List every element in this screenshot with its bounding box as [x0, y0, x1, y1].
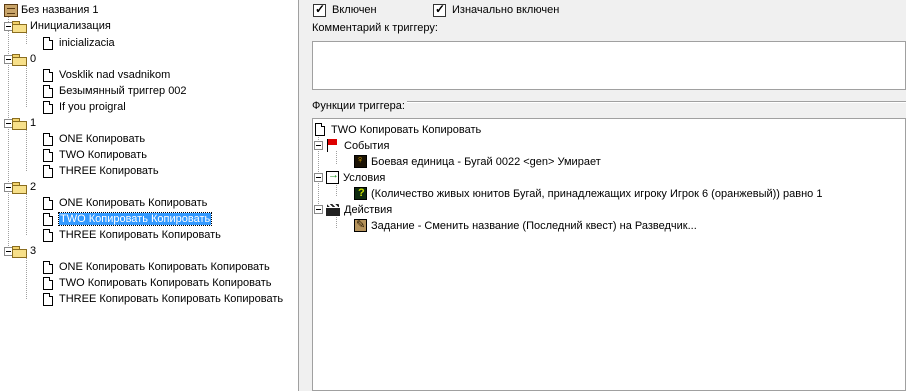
trigger-tree-panel[interactable]: Без названия 1 Инициализация inicializac… [0, 0, 299, 391]
tree-trigger[interactable]: TWO Копировать Копировать Копировать [43, 276, 272, 290]
trigger-icon [43, 260, 53, 274]
tree-root-label: Без названия 1 [21, 4, 99, 16]
folder-icon [12, 117, 27, 130]
tree-trigger-selected[interactable]: TWO Копировать Копировать [43, 212, 213, 226]
trigger-icon [43, 68, 53, 82]
event-item-label: Боевая единица - Бугай 0022 <gen> Умирае… [371, 155, 601, 168]
conditions-label: Условия [343, 171, 386, 184]
map-icon [4, 3, 18, 17]
trigger-label: ONE Копировать Копировать Копировать [59, 261, 270, 273]
folder-icon [12, 245, 27, 258]
category-label: 1 [30, 117, 37, 129]
tree-trigger[interactable]: Безымянный триггер 002 [43, 84, 187, 98]
trigger-icon [315, 123, 325, 136]
collapse-icon[interactable] [314, 205, 323, 214]
tree-category-0[interactable]: 0 [4, 52, 36, 66]
trigger-icon [43, 100, 53, 114]
trigger-label: THREE Копировать Копировать [59, 229, 221, 241]
tree-trigger[interactable]: ONE Копировать [43, 132, 145, 146]
category-label: 0 [30, 53, 37, 65]
tree-trigger[interactable]: THREE Копировать Копировать [43, 228, 221, 242]
tree-trigger[interactable]: THREE Копировать Копировать Копировать [43, 292, 283, 306]
folder-icon [12, 20, 27, 33]
trigger-label: TWO Копировать Копировать [57, 212, 213, 226]
collapse-icon[interactable] [314, 173, 323, 182]
functions-tree-panel[interactable]: TWO Копировать Копировать События Боевая… [312, 118, 906, 391]
trigger-label: THREE Копировать [59, 165, 159, 177]
action-item-label: Задание - Сменить название (Последний кв… [371, 219, 697, 232]
clapperboard-icon [326, 203, 340, 216]
comment-textarea[interactable] [312, 41, 906, 90]
trigger-label: inicializacia [59, 37, 115, 49]
event-item[interactable]: Боевая единица - Бугай 0022 <gen> Умирае… [354, 154, 601, 169]
tree-connector [26, 129, 27, 171]
trigger-label: THREE Копировать Копировать Копировать [59, 293, 284, 305]
category-label: 2 [30, 181, 37, 193]
conditions-node[interactable]: Условия [314, 169, 386, 185]
trigger-icon [43, 164, 53, 178]
trigger-icon [43, 132, 53, 146]
tree-trigger[interactable]: THREE Копировать [43, 164, 159, 178]
unit-icon [354, 154, 367, 168]
condition-icon [326, 169, 339, 184]
trigger-icon [43, 228, 53, 242]
tree-category-1[interactable]: 1 [4, 116, 36, 130]
trigger-label: TWO Копировать [59, 149, 147, 161]
folder-icon [12, 181, 27, 194]
trigger-label: ONE Копировать Копировать [59, 197, 208, 209]
events-label: События [344, 139, 390, 152]
actions-label: Действия [344, 203, 393, 216]
trigger-label: TWO Копировать Копировать Копировать [59, 277, 272, 289]
condition-item[interactable]: (Количество живых юнитов Бугай, принадле… [354, 186, 822, 201]
trigger-icon [43, 276, 53, 290]
tree-root[interactable]: Без названия 1 [4, 3, 99, 17]
comment-label: Комментарий к триггеру: [312, 22, 438, 34]
function-trigger-name[interactable]: TWO Копировать Копировать [315, 122, 481, 137]
function-trigger-label: TWO Копировать Копировать [331, 123, 482, 136]
tree-connector [26, 193, 27, 235]
tree-trigger[interactable]: Vosklik nad vsadnikom [43, 68, 170, 82]
tree-trigger[interactable]: TWO Копировать [43, 148, 147, 162]
condition-item-label: (Количество живых юнитов Бугай, принадле… [371, 187, 823, 200]
tree-trigger[interactable]: ONE Копировать Копировать Копировать [43, 260, 270, 274]
functions-label: Функции триггера: [312, 100, 407, 112]
trigger-icon [43, 196, 53, 210]
tree-category-3[interactable]: 3 [4, 244, 36, 258]
tree-trigger[interactable]: inicializacia [43, 36, 115, 50]
initially-enabled-label: Изначально включен [452, 4, 560, 16]
action-item[interactable]: Задание - Сменить название (Последний кв… [354, 218, 697, 233]
enabled-label: Включен [332, 4, 377, 16]
quest-icon [354, 218, 367, 232]
events-node[interactable]: События [314, 138, 389, 153]
trigger-icon [43, 212, 53, 226]
trigger-label: Vosklik nad vsadnikom [59, 69, 171, 81]
tree-trigger[interactable]: If you proigral [43, 100, 126, 114]
initially-enabled-checkbox[interactable] [433, 2, 446, 17]
question-icon [354, 187, 367, 200]
tree-connector [26, 33, 27, 44]
flag-icon [326, 139, 338, 152]
trigger-icon [43, 292, 53, 306]
initially-enabled-checkbox-row[interactable]: Изначально включен [433, 2, 559, 18]
trigger-label: ONE Копировать [59, 133, 146, 145]
trigger-icon [43, 84, 53, 98]
tree-trigger[interactable]: ONE Копировать Копировать [43, 196, 207, 210]
enabled-checkbox-row[interactable]: Включен [313, 2, 377, 18]
folder-icon [12, 53, 27, 66]
tree-connector [26, 257, 27, 299]
category-label: Инициализация [30, 20, 111, 32]
category-label: 3 [30, 245, 37, 257]
trigger-label: If you proigral [59, 101, 126, 113]
enabled-checkbox[interactable] [313, 2, 326, 17]
tree-category-init[interactable]: Инициализация [4, 19, 111, 33]
collapse-icon[interactable] [314, 141, 323, 150]
trigger-icon [43, 36, 53, 50]
tree-category-2[interactable]: 2 [4, 180, 36, 194]
trigger-label: Безымянный триггер 002 [59, 85, 187, 97]
tree-connector [26, 65, 27, 107]
trigger-icon [43, 148, 53, 162]
actions-node[interactable]: Действия [314, 202, 392, 217]
